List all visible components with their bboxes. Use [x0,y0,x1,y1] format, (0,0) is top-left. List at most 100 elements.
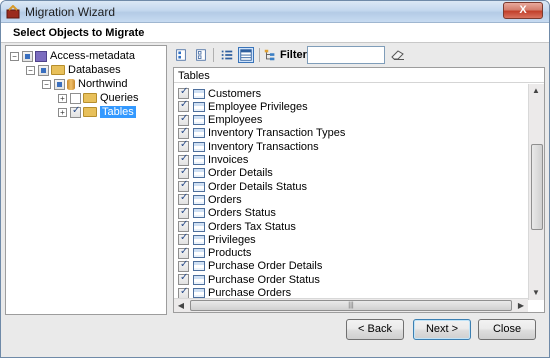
table-checkbox[interactable] [178,232,189,246]
object-tree[interactable]: − Access-metadata − Databases − Northwin… [5,45,167,315]
window-title: Migration Wizard [25,5,116,19]
table-checkbox[interactable] [178,99,189,113]
clear-filter-icon[interactable] [391,49,405,60]
table-checkbox[interactable] [178,259,189,272]
title-bar[interactable]: Migration Wizard X [1,1,549,23]
collapse-icon[interactable]: − [10,51,19,61]
table-name: Inventory Transaction Types [208,127,346,140]
tree-item-label: Northwind [78,78,128,90]
list-item[interactable]: Employee Privileges [178,99,308,113]
tree-item-northwind[interactable]: − Northwind [42,77,128,91]
tree-item-tables[interactable]: + Tables [58,105,136,119]
table-icon [193,248,205,259]
page-header: Select Objects to Migrate [1,23,549,43]
table-icon [193,288,205,298]
table-name: Order Details Status [208,180,308,193]
list-item[interactable]: Inventory Transaction Types [178,126,346,140]
migration-wizard-window: Migration Wizard X Select Objects to Mig… [0,0,550,358]
app-icon [6,5,20,19]
list-item[interactable]: Customers [178,86,261,100]
page-title: Select Objects to Migrate [13,27,145,39]
horizontal-scrollbar[interactable]: ◀ ||| ▶ [174,298,528,312]
table-checkbox[interactable] [178,192,189,206]
list-item[interactable]: Order Details [178,166,273,180]
list-item[interactable]: Orders Tax Status [178,219,296,233]
window-close-button[interactable]: X [503,2,543,19]
table-checkbox[interactable] [178,206,189,219]
table-checkbox[interactable] [178,179,189,193]
list-item[interactable]: Orders [178,192,242,206]
table-name: Employees [208,114,263,127]
list-item[interactable]: Purchase Order Details [178,259,322,273]
list-item[interactable]: Orders Status [178,206,276,220]
tree-item-queries[interactable]: + Queries [58,91,139,105]
tree-root-checkbox[interactable] [22,50,33,62]
filter-input[interactable] [307,46,385,64]
uncheck-all-icon[interactable] [193,47,209,63]
tree-item-databases[interactable]: − Databases [26,63,121,77]
vertical-scrollbar[interactable]: ▲ ▼ [528,84,544,300]
table-icon [193,181,205,192]
table-icon [193,101,205,112]
tree-northwind-checkbox[interactable] [54,78,65,90]
check-all-icon[interactable] [173,47,189,63]
tree-queries-checkbox[interactable] [70,92,81,104]
toolbar-separator [259,48,260,62]
table-checkbox[interactable] [178,86,189,99]
back-button[interactable]: < Back [346,319,404,340]
folder-icon [51,65,65,75]
horizontal-scroll-thumb[interactable]: ||| [190,300,512,311]
toolbar-separator [213,48,214,62]
toolbar: Filter: [171,45,545,65]
folder-icon [83,93,97,103]
table-icon [193,208,205,219]
table-checkbox[interactable] [178,153,189,166]
scroll-up-icon[interactable]: ▲ [529,84,543,98]
tree-item-root[interactable]: − Access-metadata [10,49,135,63]
list-item[interactable]: Order Details Status [178,179,308,193]
collapse-icon[interactable]: − [42,79,51,89]
scroll-down-icon[interactable]: ▼ [529,286,543,300]
table-checkbox[interactable] [178,113,189,126]
filter-tree-icon[interactable] [262,47,278,63]
list-view-icon[interactable] [219,47,235,63]
scroll-left-icon[interactable]: ◀ [174,299,188,313]
tree-tables-checkbox[interactable] [70,105,81,118]
expand-icon[interactable]: + [58,107,67,117]
list-item[interactable]: Inventory Transactions [178,139,319,153]
table-checkbox[interactable] [178,272,189,286]
wizard-footer: < Back Next > Close [1,315,549,357]
table-checkbox[interactable] [178,219,189,232]
table-checkbox[interactable] [178,246,189,259]
database-icon [67,78,75,90]
details-view-icon[interactable] [238,47,254,63]
table-name: Orders Status [208,207,276,220]
table-name: Employee Privileges [208,100,308,113]
table-checkbox[interactable] [178,286,189,299]
table-icon [193,221,205,232]
list-header: Tables [174,68,544,83]
list-item[interactable]: Privileges [178,232,256,246]
next-button[interactable]: Next > [413,319,471,340]
tree-databases-checkbox[interactable] [38,64,49,76]
table-name: Orders Tax Status [208,220,296,233]
table-icon [193,168,205,179]
table-checkbox[interactable] [178,166,189,179]
filter-label: Filter: [280,49,311,61]
table-checkbox[interactable] [178,126,189,139]
list-item[interactable]: Invoices [178,153,248,167]
list-item[interactable]: Purchase Order Status [178,272,320,286]
list-item[interactable]: Employees [178,113,263,127]
vertical-scroll-thumb[interactable] [531,144,543,230]
table-checkbox[interactable] [178,139,189,153]
list-item[interactable]: Products [178,246,252,260]
tree-item-label: Access-metadata [50,50,135,62]
expand-icon[interactable]: + [58,93,67,103]
table-icon [193,141,205,152]
scroll-right-icon[interactable]: ▶ [514,299,528,313]
collapse-icon[interactable]: − [26,65,35,75]
close-button[interactable]: Close [478,319,536,340]
table-name: Privileges [208,233,256,246]
tables-list-panel: Tables CustomersEmployee PrivilegesEmplo… [173,67,545,313]
table-name: Products [208,247,252,260]
